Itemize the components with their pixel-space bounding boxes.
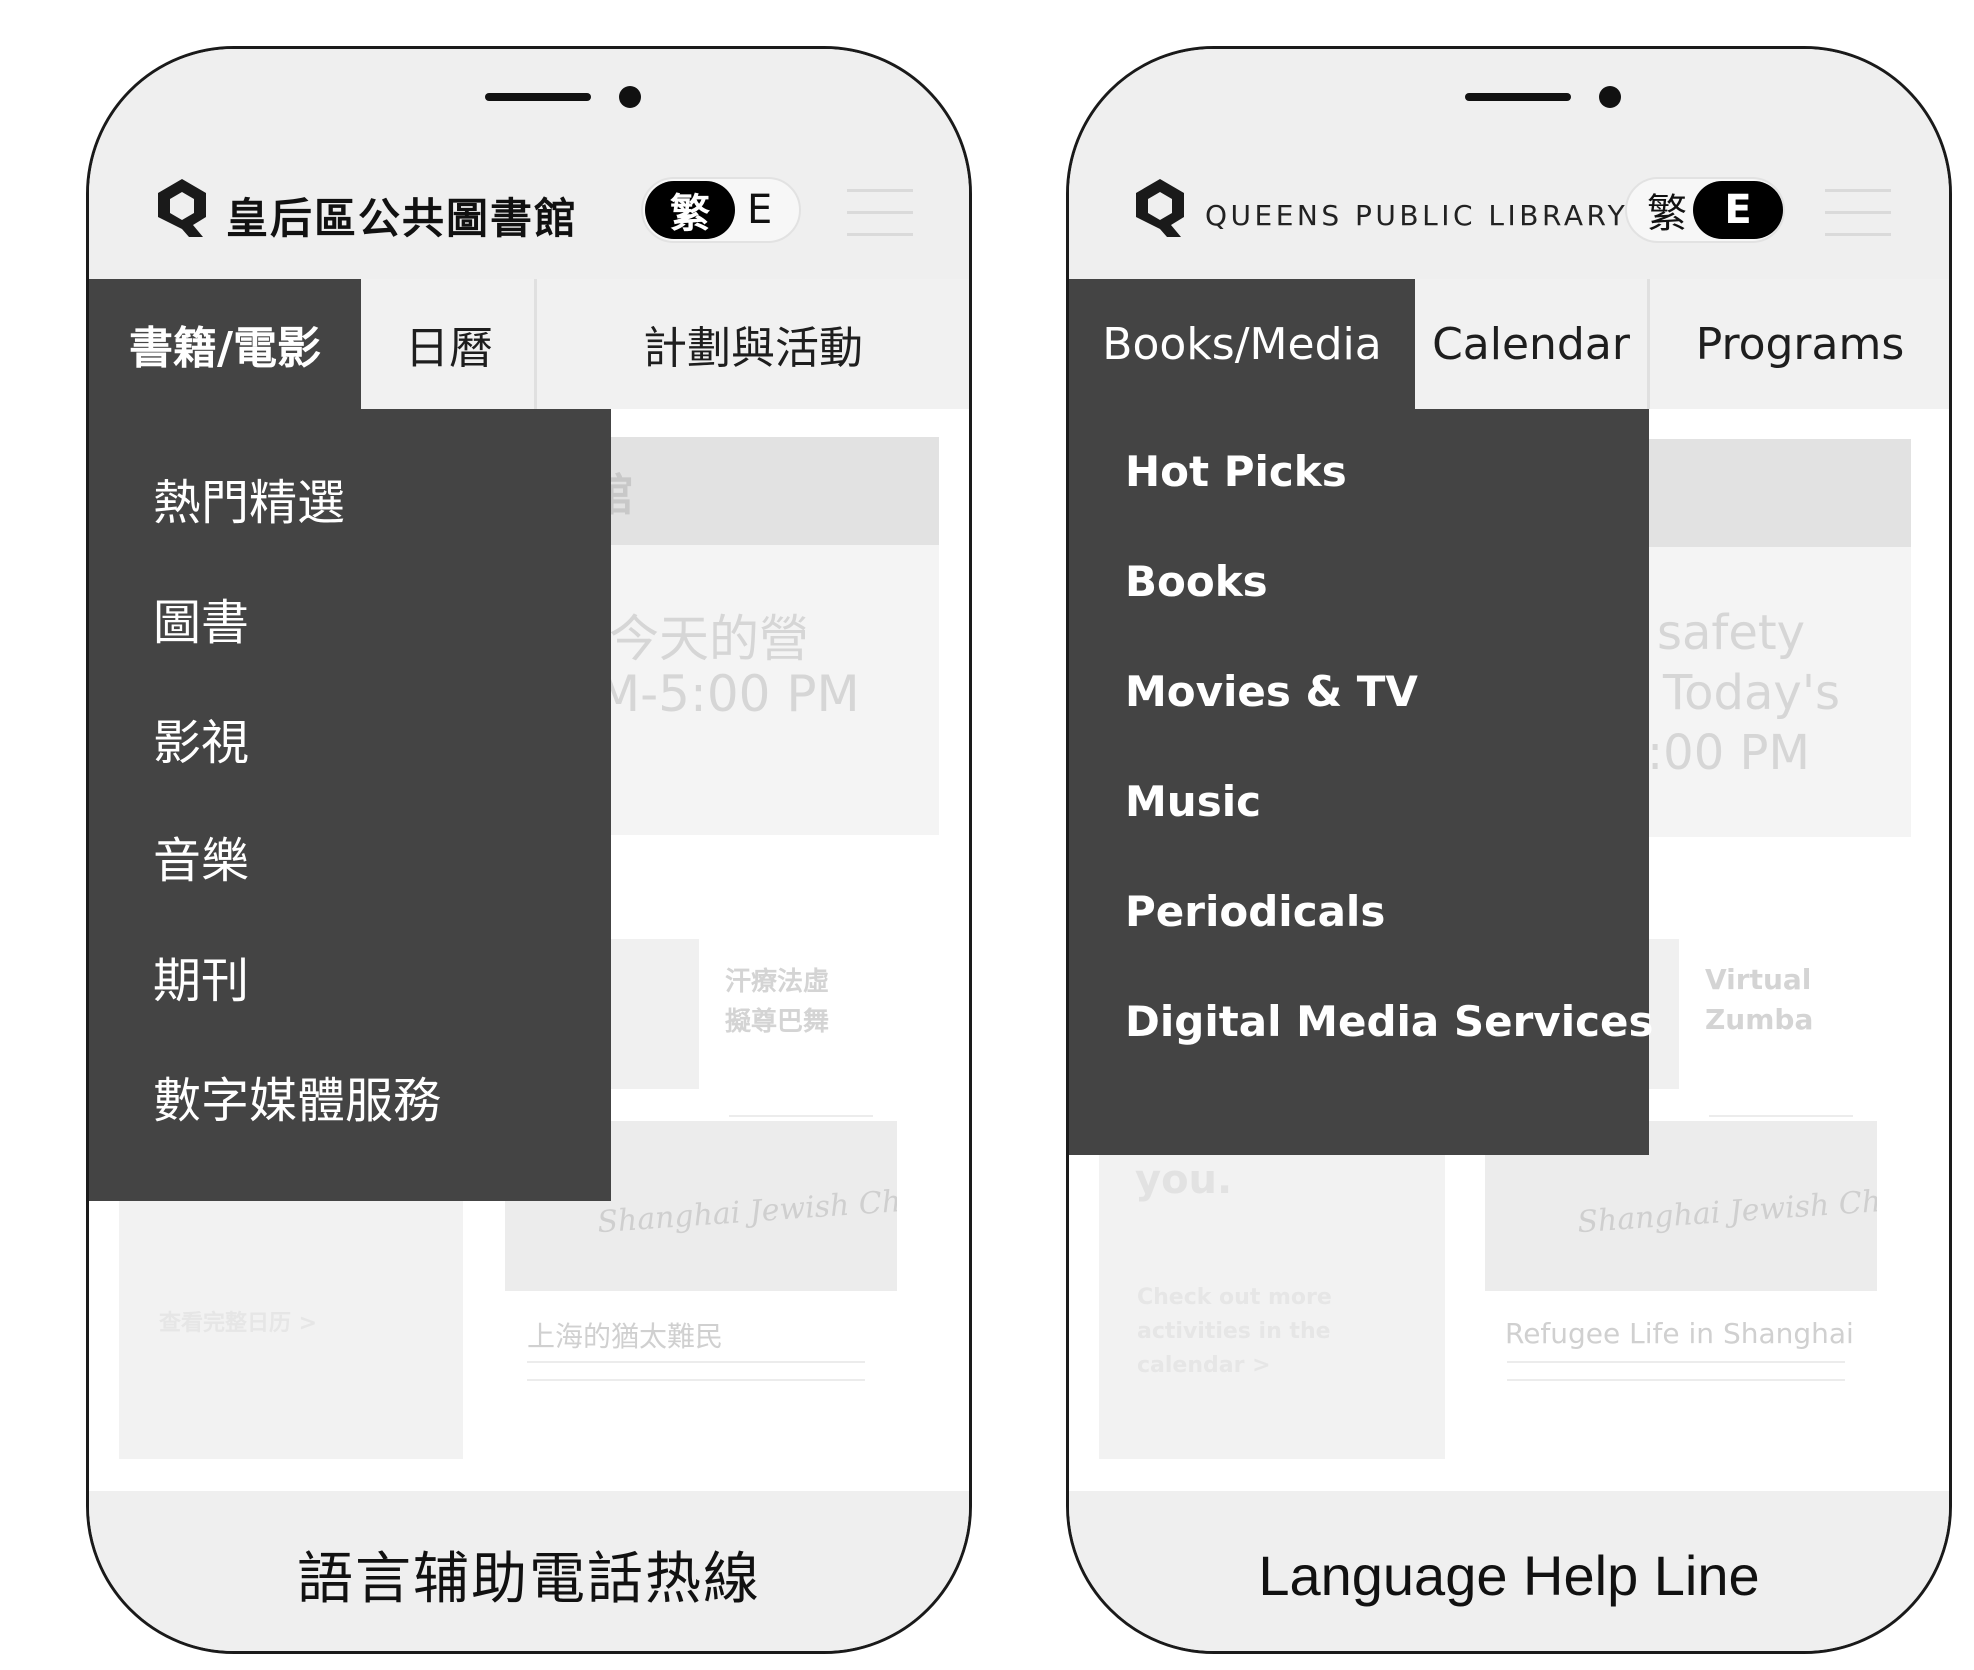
event-title-line1[interactable]: 汗療法虛 bbox=[725, 961, 829, 998]
calendar-link-line2[interactable]: activities in the bbox=[1137, 1319, 1331, 1344]
phone-speaker bbox=[1465, 93, 1571, 101]
menu-item-books[interactable]: 圖書 bbox=[153, 583, 611, 653]
library-logo-icon[interactable] bbox=[1133, 177, 1187, 239]
newspaper-text: Shanghai Jewish Chronicle bbox=[596, 1176, 897, 1241]
menu-item-movies-tv[interactable]: 影視 bbox=[153, 703, 611, 773]
tab-label: 計劃與活動 bbox=[643, 323, 863, 374]
hours-time: :00 PM bbox=[1647, 725, 1810, 781]
tab-programs[interactable]: Programs bbox=[1650, 279, 1949, 409]
tab-label: 日曆 bbox=[405, 323, 493, 374]
language-toggle[interactable]: 繁 E bbox=[1625, 177, 1785, 243]
books-media-dropdown: Hot Picks Books Movies & TV Music Period… bbox=[1069, 409, 1653, 1155]
newspaper-text: Shanghai Jewish Chronicle bbox=[1576, 1176, 1877, 1241]
event-title-line2[interactable]: Zumba bbox=[1705, 1003, 1813, 1036]
menu-item-music[interactable]: 音樂 bbox=[153, 821, 611, 891]
brand-title[interactable]: 皇后區公共圖書館 bbox=[226, 185, 578, 246]
event-title-line1[interactable]: Virtual bbox=[1705, 963, 1811, 996]
tab-label: Programs bbox=[1695, 318, 1905, 370]
tab-label: Books/Media bbox=[1102, 318, 1382, 370]
divider bbox=[729, 1115, 873, 1117]
phone-speaker bbox=[485, 93, 591, 101]
menu-item-music[interactable]: Music bbox=[1125, 777, 1649, 826]
divider bbox=[1709, 1115, 1853, 1117]
tab-label: Calendar bbox=[1432, 318, 1630, 370]
menu-item-periodicals[interactable]: Periodicals bbox=[1125, 887, 1649, 936]
divider bbox=[527, 1361, 865, 1363]
article-caption[interactable]: Refugee Life in Shanghai bbox=[1505, 1317, 1854, 1350]
lang-option-english[interactable]: E bbox=[1693, 181, 1783, 239]
divider bbox=[1507, 1361, 1845, 1363]
hours-day: Today's bbox=[1663, 665, 1841, 721]
tab-programs[interactable]: 計劃與活動 bbox=[537, 279, 969, 409]
you-text: you. bbox=[1135, 1157, 1233, 1203]
app-header: QUEENS PUBLIC LIBRARY 繁 E bbox=[1069, 49, 1949, 279]
library-logo-icon[interactable] bbox=[155, 177, 209, 239]
calendar-link-line3[interactable]: calendar > bbox=[1137, 1353, 1271, 1378]
view-calendar-link[interactable]: 查看完整日历 > bbox=[159, 1305, 317, 1337]
footer-label[interactable]: 語言辅助電話热線 bbox=[297, 1528, 761, 1615]
menu-item-periodicals[interactable]: 期刊 bbox=[153, 941, 611, 1011]
tab-books-media[interactable]: Books/Media bbox=[1069, 279, 1415, 409]
menu-item-digital-media[interactable]: 數字媒體服務 bbox=[153, 1061, 611, 1131]
calendar-link-line1[interactable]: Check out more bbox=[1137, 1285, 1332, 1310]
hours-text: safety bbox=[1657, 605, 1806, 661]
menu-item-hot-picks[interactable]: 熱門精選 bbox=[153, 463, 611, 533]
phone-camera bbox=[1599, 86, 1621, 108]
phone-chinese: 皇后區公共圖書館 繁 E 書籍/電影 日曆 計劃與活動 馆 今天的營 M-5:0… bbox=[86, 46, 972, 1654]
brand-title[interactable]: QUEENS PUBLIC LIBRARY bbox=[1205, 199, 1628, 232]
divider bbox=[1507, 1379, 1845, 1381]
tab-label: 書籍/電影 bbox=[128, 323, 322, 374]
footer-label[interactable]: Language Help Line bbox=[1258, 1535, 1759, 1608]
app-header: 皇后區公共圖書館 繁 E bbox=[89, 49, 969, 279]
divider bbox=[527, 1379, 865, 1381]
lang-option-english[interactable]: E bbox=[709, 181, 799, 239]
menu-item-movies-tv[interactable]: Movies & TV bbox=[1125, 667, 1649, 716]
tab-calendar[interactable]: 日曆 bbox=[364, 279, 534, 409]
event-title-line2[interactable]: 擬尊巴舞 bbox=[725, 1001, 829, 1038]
menu-item-hot-picks[interactable]: Hot Picks bbox=[1125, 447, 1649, 496]
menu-item-books[interactable]: Books bbox=[1125, 557, 1649, 606]
tab-books-media[interactable]: 書籍/電影 bbox=[89, 279, 361, 409]
hamburger-menu-icon[interactable] bbox=[847, 189, 913, 241]
hours-text: 今天的營 bbox=[609, 610, 809, 668]
language-toggle[interactable]: 繁 E bbox=[641, 177, 801, 243]
phone-camera bbox=[619, 86, 641, 108]
hours-time: M-5:00 PM bbox=[597, 665, 860, 723]
hamburger-menu-icon[interactable] bbox=[1825, 189, 1891, 241]
tab-calendar[interactable]: Calendar bbox=[1415, 279, 1647, 409]
article-caption[interactable]: 上海的猶太難民 bbox=[527, 1315, 723, 1355]
books-media-dropdown: 熱門精選 圖書 影視 音樂 期刊 數字媒體服務 bbox=[89, 409, 611, 1201]
main-nav-tabs: Books/Media Calendar Programs bbox=[1069, 279, 1949, 409]
phone-english: QUEENS PUBLIC LIBRARY 繁 E Books/Media Ca… bbox=[1066, 46, 1952, 1654]
main-nav-tabs: 書籍/電影 日曆 計劃與活動 bbox=[89, 279, 969, 409]
language-help-footer[interactable]: Language Help Line bbox=[1069, 1491, 1949, 1651]
menu-item-digital-media[interactable]: Digital Media Services bbox=[1125, 997, 1653, 1046]
language-help-footer[interactable]: 語言辅助電話热線 bbox=[89, 1491, 969, 1651]
